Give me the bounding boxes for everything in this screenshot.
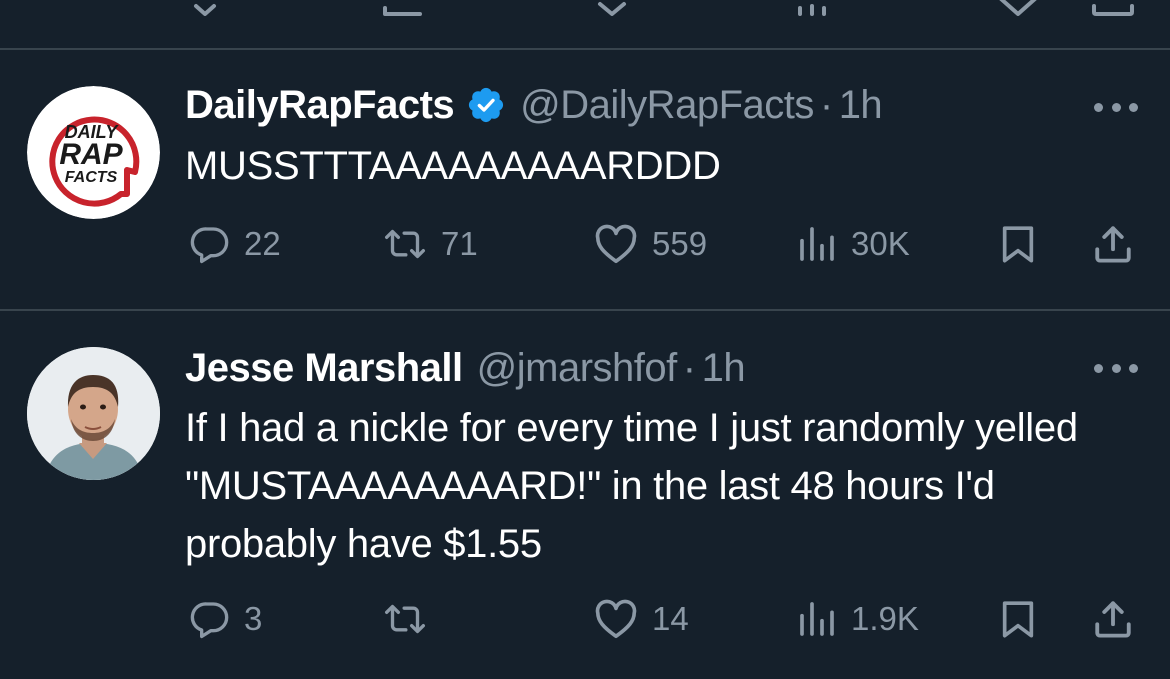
repost-icon (384, 604, 425, 634)
tweet-actions: 3 14 1.9K (0, 594, 1170, 644)
timestamp[interactable]: 1h (702, 346, 746, 391)
separator: · (682, 345, 696, 390)
display-name[interactable]: Jesse Marshall (185, 346, 463, 391)
like-button[interactable]: 14 (594, 594, 689, 644)
display-name[interactable]: DailyRapFacts (185, 83, 455, 128)
share-icon (1095, 226, 1131, 263)
previous-tweet-actions (0, 0, 1170, 48)
separator: · (819, 82, 833, 127)
bookmark-button[interactable] (998, 219, 1038, 269)
verified-badge-icon (466, 85, 506, 125)
views-button[interactable]: 1.9K (797, 594, 919, 644)
tweet-actions: 22 71 559 30K (0, 219, 1170, 269)
like-count: 14 (652, 600, 689, 637)
avatar[interactable]: DAILY RAP FACTS (27, 86, 160, 219)
view-count: 30K (851, 225, 910, 262)
repost-button[interactable] (383, 594, 441, 644)
tweet-header: Jesse Marshall @jmarshfof · 1h (185, 343, 746, 393)
reply-icon (190, 602, 229, 639)
reply-button[interactable]: 22 (190, 219, 281, 269)
share-button[interactable] (1092, 594, 1134, 644)
tweet-text: If I had a nickle for every time I just … (185, 406, 1078, 566)
reply-count: 22 (244, 225, 281, 262)
more-icon[interactable] (1094, 358, 1138, 378)
tweet-dailyrapfacts[interactable]: DAILY RAP FACTS DailyRapFacts @DailyRapF… (0, 50, 1170, 310)
view-count: 1.9K (851, 600, 919, 637)
more-icon[interactable] (1094, 97, 1138, 117)
like-icon (595, 224, 637, 264)
reply-icon (190, 227, 229, 264)
views-icon (800, 227, 834, 261)
bookmark-button[interactable] (998, 594, 1038, 644)
views-button[interactable]: 30K (797, 219, 910, 269)
like-count: 559 (652, 225, 708, 262)
logo-text-rap: RAP (59, 138, 123, 171)
tweet-header: DailyRapFacts @DailyRapFacts · 1h (185, 80, 883, 130)
bookmark-icon (1002, 601, 1034, 638)
repost-button[interactable]: 71 (383, 219, 478, 269)
profile-photo (27, 347, 160, 480)
previous-tweet-action-icons (194, 0, 1134, 16)
handle[interactable]: @jmarshfof (477, 346, 678, 391)
reply-button[interactable]: 3 (190, 594, 262, 644)
dailyrapfacts-logo: DAILY RAP FACTS (27, 86, 160, 219)
views-icon (800, 602, 834, 636)
reply-count: 3 (244, 600, 263, 637)
share-button[interactable] (1092, 219, 1134, 269)
avatar[interactable] (27, 347, 160, 480)
handle[interactable]: @DailyRapFacts (520, 83, 814, 128)
bookmark-icon (1002, 226, 1034, 263)
tweet-text: MUSSTTTAAAAAAAAARDDD (185, 144, 721, 188)
timestamp[interactable]: 1h (839, 83, 883, 128)
tweet-jesse-marshall[interactable]: Jesse Marshall @jmarshfof · 1h If I had … (0, 311, 1170, 679)
like-icon (595, 599, 637, 639)
logo-text-facts: FACTS (65, 169, 118, 186)
like-button[interactable]: 559 (594, 219, 707, 269)
share-icon (1095, 601, 1131, 638)
repost-icon (384, 229, 425, 259)
repost-count: 71 (441, 225, 478, 262)
